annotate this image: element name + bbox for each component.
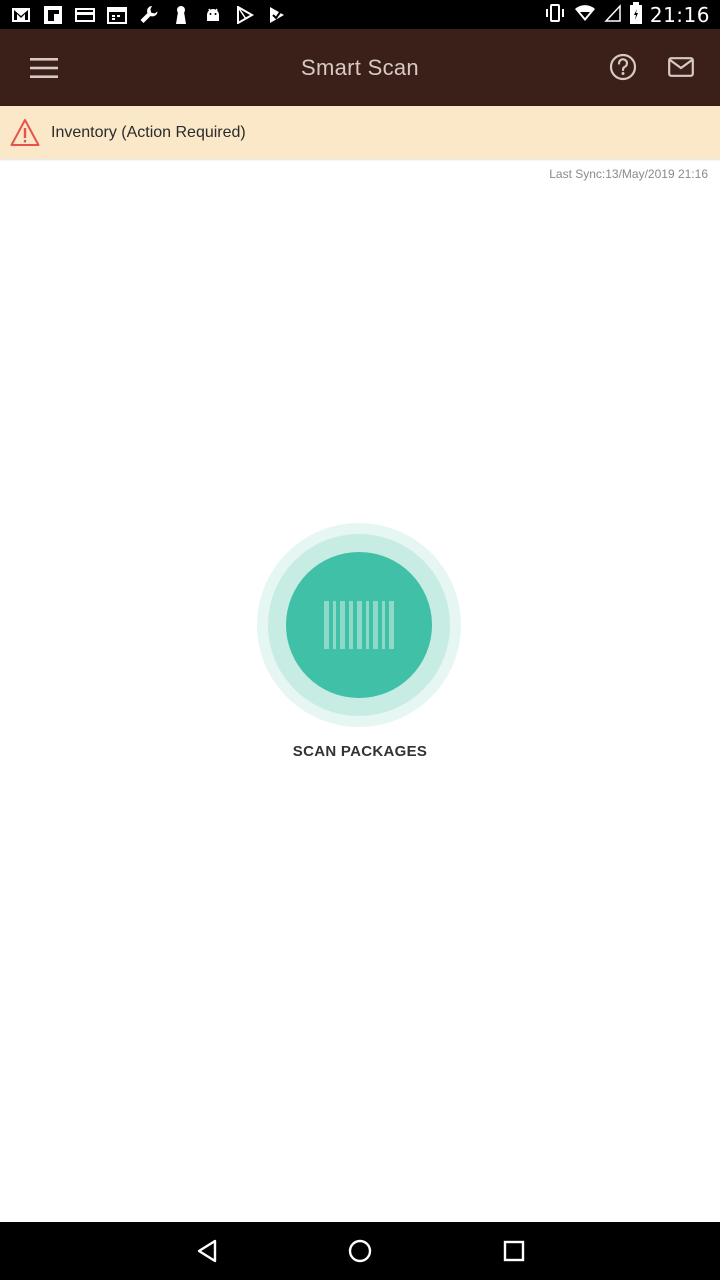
barcode-icon (324, 601, 394, 649)
wrench-icon (138, 5, 160, 25)
recents-icon (503, 1240, 525, 1262)
play-check-icon (266, 5, 288, 25)
scan-packages-label[interactable]: SCAN PACKAGES (0, 743, 720, 760)
system-icons: 21:16 (544, 1, 710, 29)
back-button[interactable] (187, 1232, 227, 1270)
scan-packages-button[interactable] (257, 523, 461, 727)
alert-text: Inventory (Action Required) (51, 124, 246, 141)
notification-icons (10, 4, 288, 26)
system-nav-bar (0, 1222, 720, 1280)
vibrate-icon (544, 3, 566, 28)
mail-icon (668, 57, 694, 77)
back-icon (197, 1239, 217, 1263)
help-button[interactable] (604, 47, 642, 87)
battery-icon (629, 1, 642, 29)
home-button[interactable] (340, 1232, 380, 1270)
play-store-icon (234, 5, 256, 25)
mail-button[interactable] (662, 49, 700, 85)
menu-icon (30, 58, 58, 78)
android-icon (202, 5, 224, 25)
calendar-icon (106, 5, 128, 25)
scan-circle (286, 552, 432, 698)
last-sync-text: Last Sync:13/May/2019 21:16 (549, 167, 708, 181)
status-bar: 21:16 (0, 0, 720, 29)
keyhole-icon (170, 5, 192, 25)
help-icon (609, 53, 637, 81)
inventory-alert-banner[interactable]: Inventory (Action Required) (0, 106, 720, 159)
recents-button[interactable] (494, 1232, 534, 1270)
wifi-icon (574, 3, 596, 28)
home-icon (348, 1239, 372, 1263)
status-clock: 21:16 (649, 3, 710, 27)
menu-button[interactable] (22, 49, 66, 87)
warning-icon (10, 119, 40, 146)
gmail-icon (10, 5, 32, 25)
card-icon (74, 5, 96, 25)
signal-icon (604, 3, 622, 28)
app-bar: Smart Scan (0, 29, 720, 106)
flipboard-icon (42, 5, 64, 25)
